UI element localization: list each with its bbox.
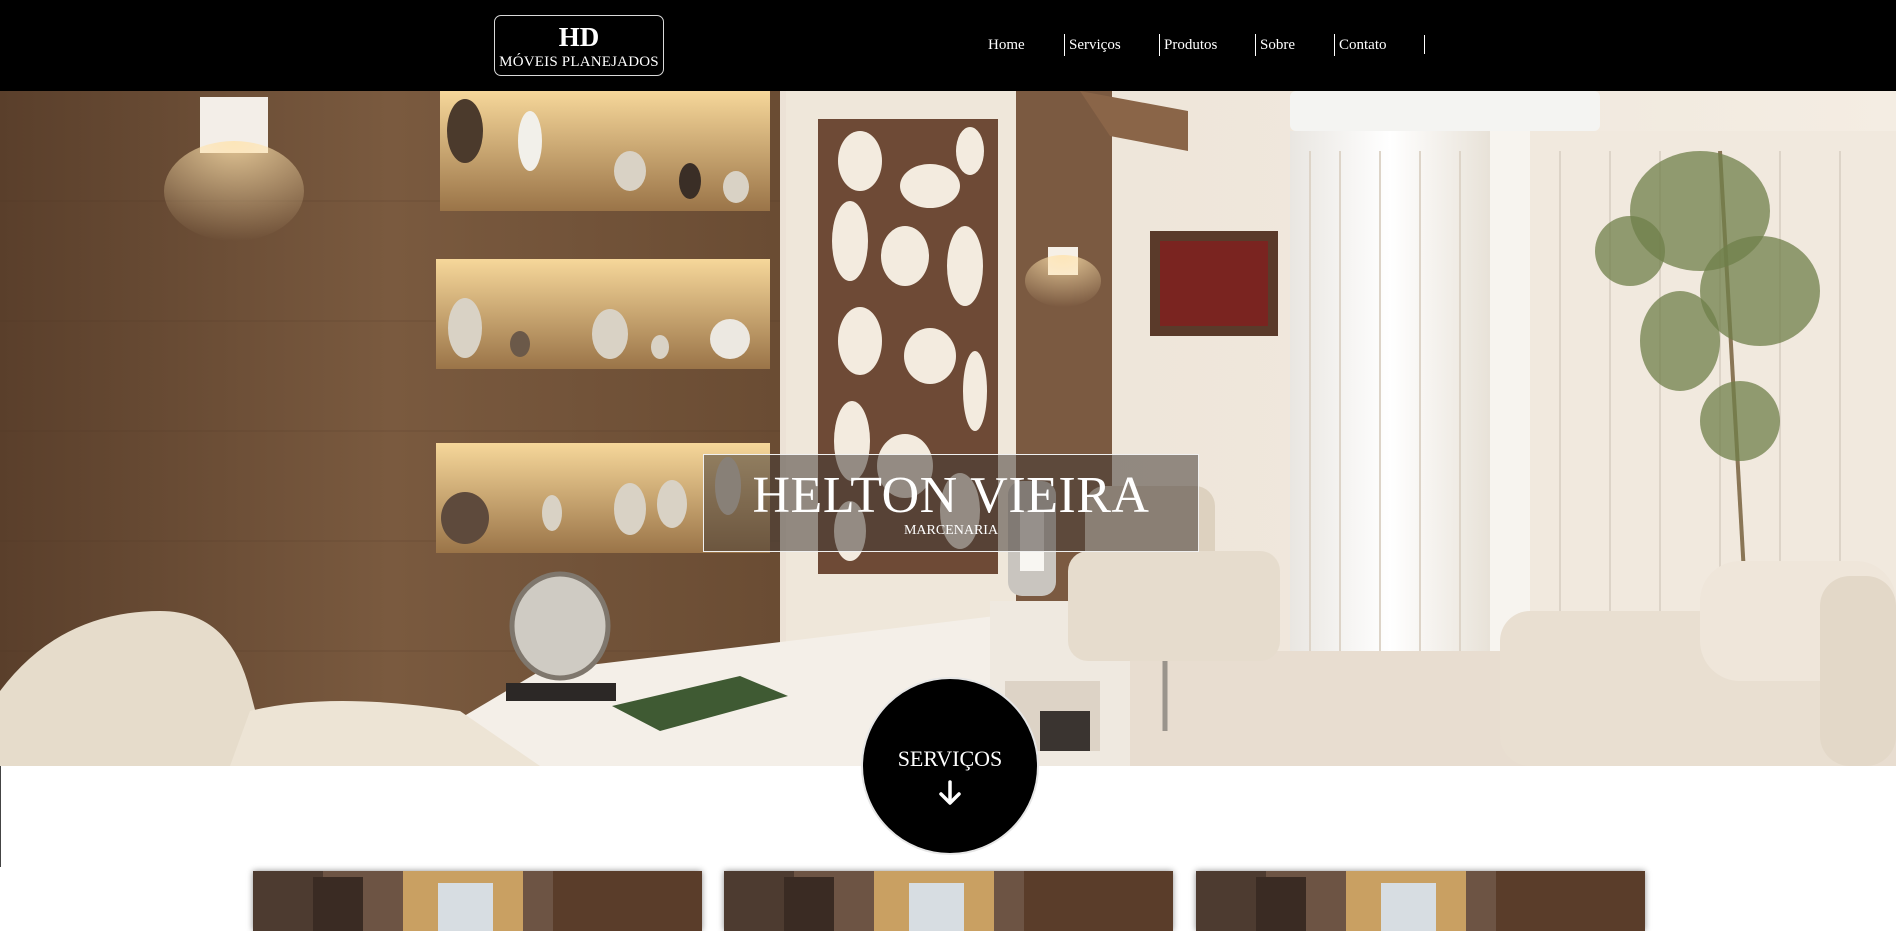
service-card-image[interactable]: [253, 871, 702, 931]
nav-link-home[interactable]: Home: [988, 34, 1025, 56]
services-button-label: SERVIÇOS: [897, 746, 1003, 771]
logo-subtitle: MÓVEIS PLANEJADOS: [499, 54, 659, 70]
service-card-image[interactable]: [724, 871, 1173, 931]
living-room-photo: [0, 91, 1896, 766]
services-button[interactable]: SERVIÇOS: [861, 677, 1039, 855]
hero-title: HELTON VIEIRA: [752, 467, 1150, 524]
nav-link-sobre[interactable]: Sobre: [1255, 34, 1295, 56]
arrow-down-icon: [939, 780, 961, 805]
hero-subtitle: MARCENARIA: [903, 523, 999, 538]
hero-banner: HELTON VIEIRA MARCENARIA: [0, 91, 1896, 766]
nav-link-contato[interactable]: Contato: [1334, 34, 1387, 56]
site-header: HD MÓVEIS PLANEJADOS Home Serviços Produ…: [0, 0, 1896, 91]
hero-title-box: HELTON VIEIRA MARCENARIA: [703, 454, 1199, 552]
service-card-image[interactable]: [1196, 871, 1645, 931]
nav-link-produtos[interactable]: Produtos: [1159, 34, 1217, 56]
main-nav: Home Serviços Produtos Sobre Contato: [0, 34, 1896, 56]
page-edge-line: [0, 766, 1, 867]
nav-divider: [1424, 35, 1425, 54]
nav-link-servicos[interactable]: Serviços: [1064, 34, 1121, 56]
